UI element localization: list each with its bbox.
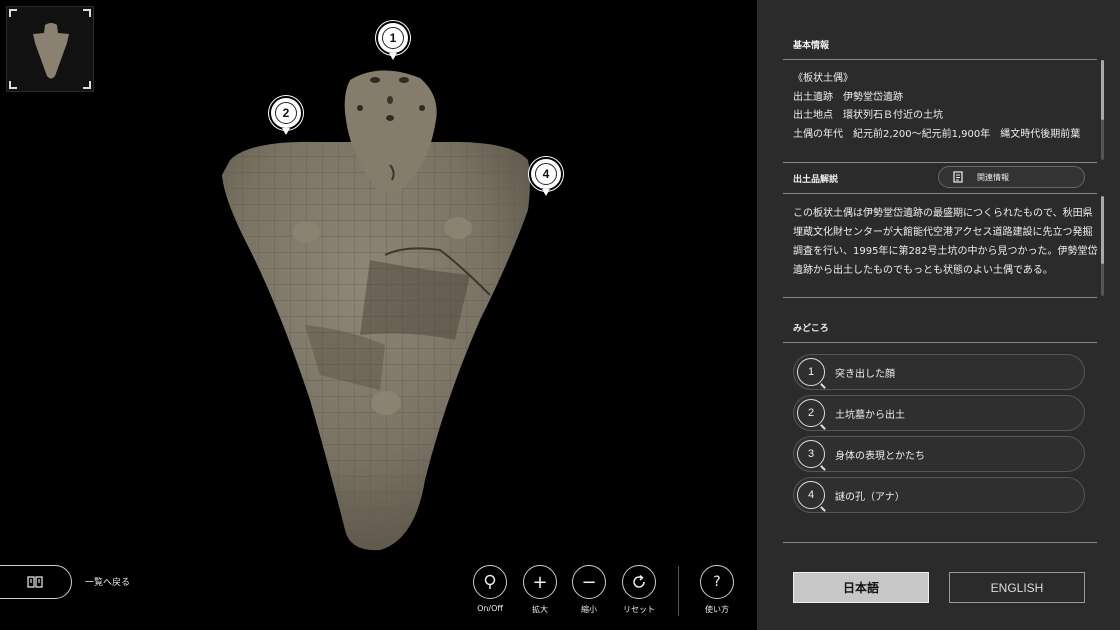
info-panel: 基本情報 《板状土偶》 出土遺跡 伊勢堂岱遺跡 出土地点 環状列石Ｂ付近の土坑 … [757,0,1120,630]
divider [783,542,1097,543]
hotspot-marker-4[interactable]: 4 [529,157,563,197]
divider [783,297,1097,298]
figurine-thumbnail-icon [33,23,69,79]
minimap-frame-corner [9,81,17,89]
hotspot-number: 4 [535,163,557,185]
highlight-label: 土坑墓から出土 [835,409,905,421]
zoom-in-button[interactable]: + 拡大 [512,565,568,615]
magnifier-number-icon: 4 [797,481,825,509]
minimap-frame-corner [9,9,17,17]
description-text: この板状土偶は伊勢堂岱遺跡の最盛期につくられたもので、秋田県埋蔵文化財センターが… [793,208,1098,276]
info-line: 出土地点 環状列石Ｂ付近の土坑 [793,110,943,121]
back-to-list-button[interactable] [0,565,72,599]
zoom-out-icon: − [572,565,606,599]
reset-icon [633,574,645,588]
pin-icon [484,574,496,589]
minimap-frame-corner [83,81,91,89]
magnifier-number-icon: 2 [797,399,825,427]
description-scrollbar[interactable] [1101,196,1104,296]
description-title: 出土品解説 [793,175,839,185]
basic-info-title: 基本情報 [793,41,830,51]
info-line: 出土遺跡 伊勢堂岱遺跡 [793,91,903,103]
book-icon [27,576,43,588]
reset-view-button[interactable]: リセット [611,565,667,615]
basic-info-scrollbar[interactable] [1101,60,1104,160]
divider [783,162,1097,163]
back-to-list-label[interactable]: 一覧へ戻る [85,575,130,588]
highlight-label: 突き出した顔 [835,368,895,380]
divider [783,193,1097,194]
highlight-item-4[interactable]: 4 謎の孔（アナ） [793,477,1085,513]
zoom-in-icon: + [523,565,557,599]
highlight-item-3[interactable]: 3 身体の表現とかたち [793,436,1085,472]
magnifier-number-icon: 1 [797,358,825,386]
control-label: 使い方 [705,605,729,614]
language-japanese-button[interactable]: 日本語 [793,572,929,603]
document-icon [953,171,963,183]
hotspot-marker-1[interactable]: 1 [376,21,410,61]
info-line: 土偶の年代 紀元前2,200～紀元前1,900年 縄文時代後期前葉 [793,128,1081,140]
control-label: 縮小 [581,605,597,614]
related-info-button[interactable]: 関連情報 [938,166,1085,188]
related-info-label: 関連情報 [977,172,1009,182]
clay-figurine-image[interactable] [210,60,550,560]
highlight-label: 謎の孔（アナ） [835,491,905,503]
hotspot-number: 2 [275,102,297,124]
artifact-viewer[interactable]: 1 2 4 一覧へ戻る On/Off + 拡大 − 縮小 リセット ? 使い方 [0,0,757,630]
hotspot-number: 1 [382,27,404,49]
control-label: On/Off [477,604,503,613]
divider [783,59,1097,60]
help-button[interactable]: ? 使い方 [689,565,745,615]
language-english-button[interactable]: ENGLISH [949,572,1085,603]
highlight-item-2[interactable]: 2 土坑墓から出土 [793,395,1085,431]
highlight-item-1[interactable]: 1 突き出した顔 [793,354,1085,390]
info-line: 《板状土偶》 [793,73,853,84]
hotspot-marker-2[interactable]: 2 [269,96,303,136]
minimap-thumbnail[interactable] [6,6,94,92]
control-divider [678,566,679,616]
control-label: 拡大 [532,605,548,614]
basic-info-text: 《板状土偶》 出土遺跡 伊勢堂岱遺跡 出土地点 環状列石Ｂ付近の土坑 土偶の年代… [793,70,1097,144]
magnifier-number-icon: 3 [797,440,825,468]
highlight-label: 身体の表現とかたち [835,450,925,462]
minimap-frame-corner [83,9,91,17]
control-label: リセット [623,605,655,614]
toggle-markers-button[interactable]: On/Off [462,565,518,613]
zoom-out-button[interactable]: − 縮小 [561,565,617,615]
highlights-title: みどころ [793,324,829,334]
help-icon: ? [700,565,734,599]
divider [783,342,1097,343]
